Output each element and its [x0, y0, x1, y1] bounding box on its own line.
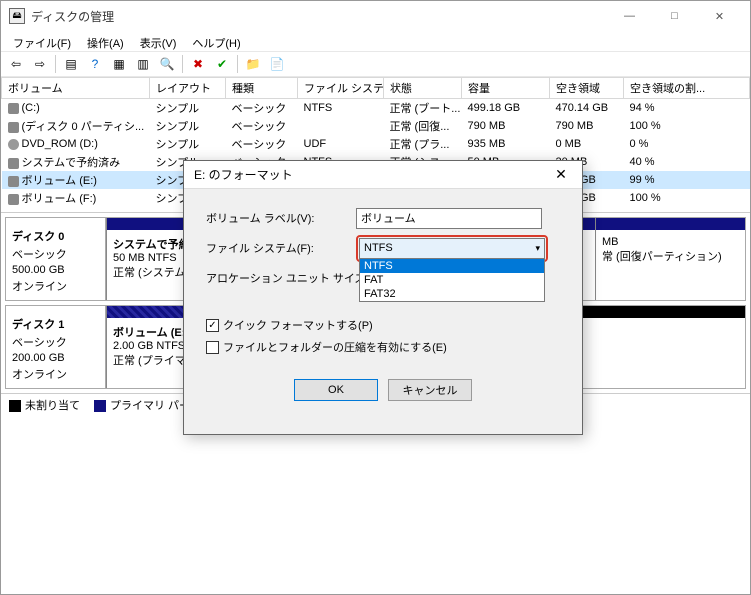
volume-icon	[8, 176, 19, 187]
disk-1-header: ディスク 1 ベーシック 200.00 GB オンライン	[6, 306, 106, 388]
view-bottom-icon[interactable]: ▥	[132, 53, 154, 75]
partition-status: 常 (回復パーティション)	[602, 251, 722, 263]
filesystem-combo[interactable]: NTFS ▾ NTFS FAT FAT32	[359, 238, 545, 259]
compress-checkbox[interactable]	[206, 341, 219, 354]
menubar: ファイル(F) 操作(A) 表示(V) ヘルプ(H)	[1, 31, 750, 51]
col-status[interactable]: 状態	[384, 78, 462, 99]
cancel-button[interactable]: キャンセル	[388, 379, 472, 401]
view-list-icon[interactable]: ▤	[60, 53, 82, 75]
partition-size: 50 MB NTFS	[113, 252, 177, 264]
volume-icon	[8, 122, 19, 133]
col-pct[interactable]: 空き領域の割...	[624, 78, 750, 99]
separator	[55, 55, 56, 73]
filesystem-dropdown: NTFS FAT FAT32	[359, 259, 545, 302]
table-row[interactable]: (C:)シンプルベーシックNTFS正常 (ブート...499.18 GB470.…	[2, 99, 750, 118]
folder-icon[interactable]: 📁	[242, 53, 264, 75]
disk-1-title: ディスク 1	[12, 316, 99, 332]
disk-0-state: オンライン	[12, 278, 99, 294]
dialog-title: E: のフォーマット	[194, 166, 550, 183]
format-dialog: E: のフォーマット ✕ ボリューム ラベル(V): ファイル システム(F):…	[183, 160, 583, 435]
partition-size: 2.00 GB NTFS	[113, 340, 185, 352]
disk-1-state: オンライン	[12, 366, 99, 382]
column-headers[interactable]: ボリューム レイアウト 種類 ファイル システム 状態 容量 空き領域 空き領域…	[2, 78, 750, 99]
partition-name: システムで予約	[113, 239, 190, 251]
fs-option-ntfs[interactable]: NTFS	[360, 259, 544, 273]
filesystem-label: ファイル システム(F):	[206, 240, 356, 256]
separator	[182, 55, 183, 73]
fs-option-fat[interactable]: FAT	[360, 273, 544, 287]
partition-name: ボリューム (E:)	[113, 327, 189, 339]
col-cap[interactable]: 容量	[462, 78, 550, 99]
dialog-close-button[interactable]: ✕	[550, 164, 572, 186]
dialog-titlebar: E: のフォーマット ✕	[184, 161, 582, 189]
fs-option-fat32[interactable]: FAT32	[360, 287, 544, 301]
help-icon[interactable]: ?	[84, 53, 106, 75]
highlight-outline: NTFS ▾ NTFS FAT FAT32	[356, 235, 548, 262]
minimize-button[interactable]: —	[607, 5, 652, 27]
filesystem-selected[interactable]: NTFS ▾	[359, 238, 545, 259]
titlebar: 🖴 ディスクの管理 — □ ✕	[1, 1, 750, 31]
back-icon[interactable]: ⇦	[5, 53, 27, 75]
volume-icon	[8, 139, 19, 150]
partition-status: 正常 (システム	[113, 267, 185, 279]
compress-row[interactable]: ファイルとフォルダーの圧縮を有効にする(E)	[206, 339, 560, 355]
quick-format-row[interactable]: ✓ クイック フォーマットする(P)	[206, 317, 560, 333]
col-free[interactable]: 空き領域	[550, 78, 624, 99]
partition[interactable]: MB 常 (回復パーティション)	[595, 218, 745, 300]
forward-icon[interactable]: ⇨	[29, 53, 51, 75]
col-volume[interactable]: ボリューム	[2, 78, 150, 99]
filesystem-value: NTFS	[364, 242, 393, 254]
volume-label-label: ボリューム ラベル(V):	[206, 210, 356, 226]
volume-label-input[interactable]	[356, 208, 542, 229]
disk-1-size: 200.00 GB	[12, 352, 99, 364]
compress-label: ファイルとフォルダーの圧縮を有効にする(E)	[223, 339, 447, 355]
menu-help[interactable]: ヘルプ(H)	[184, 33, 248, 49]
delete-icon[interactable]: ✖	[187, 53, 209, 75]
app-icon: 🖴	[9, 8, 25, 24]
check-icon[interactable]: ✔	[211, 53, 233, 75]
volume-icon	[8, 194, 19, 205]
close-button[interactable]: ✕	[697, 5, 742, 27]
table-row[interactable]: DVD_ROM (D:)シンプルベーシックUDF正常 (プラ...935 MB0…	[2, 135, 750, 153]
col-type[interactable]: 種類	[226, 78, 298, 99]
view-top-icon[interactable]: ▦	[108, 53, 130, 75]
disk-0-title: ディスク 0	[12, 228, 99, 244]
ok-button[interactable]: OK	[294, 379, 378, 401]
maximize-button[interactable]: □	[652, 5, 697, 27]
partition-size: MB	[602, 236, 619, 248]
toolbar: ⇦ ⇨ ▤ ? ▦ ▥ 🔍 ✖ ✔ 📁 📄	[1, 51, 750, 77]
menu-view[interactable]: 表示(V)	[132, 33, 185, 49]
quick-format-label: クイック フォーマットする(P)	[223, 317, 373, 333]
disk-0-header: ディスク 0 ベーシック 500.00 GB オンライン	[6, 218, 106, 300]
quick-format-checkbox[interactable]: ✓	[206, 319, 219, 332]
disk-0-size: 500.00 GB	[12, 264, 99, 276]
window-buttons: — □ ✕	[607, 5, 742, 27]
disk-1-type: ベーシック	[12, 334, 99, 350]
swatch-primary-icon	[94, 400, 106, 412]
separator	[237, 55, 238, 73]
table-row[interactable]: (ディスク 0 パーティシ...シンプルベーシック正常 (回復...790 MB…	[2, 117, 750, 135]
settings-icon[interactable]: 🔍	[156, 53, 178, 75]
legend-unalloc: 未割り当て	[9, 397, 80, 413]
col-layout[interactable]: レイアウト	[150, 78, 226, 99]
new-icon[interactable]: 📄	[266, 53, 288, 75]
swatch-unalloc-icon	[9, 400, 21, 412]
window-title: ディスクの管理	[31, 8, 607, 25]
volume-icon	[8, 158, 19, 169]
volume-icon	[8, 103, 19, 114]
partition-bar	[596, 218, 745, 230]
menu-file[interactable]: ファイル(F)	[5, 33, 79, 49]
disk-0-type: ベーシック	[12, 246, 99, 262]
menu-action[interactable]: 操作(A)	[79, 33, 132, 49]
col-fs[interactable]: ファイル システム	[298, 78, 384, 99]
chevron-down-icon: ▾	[535, 243, 540, 254]
